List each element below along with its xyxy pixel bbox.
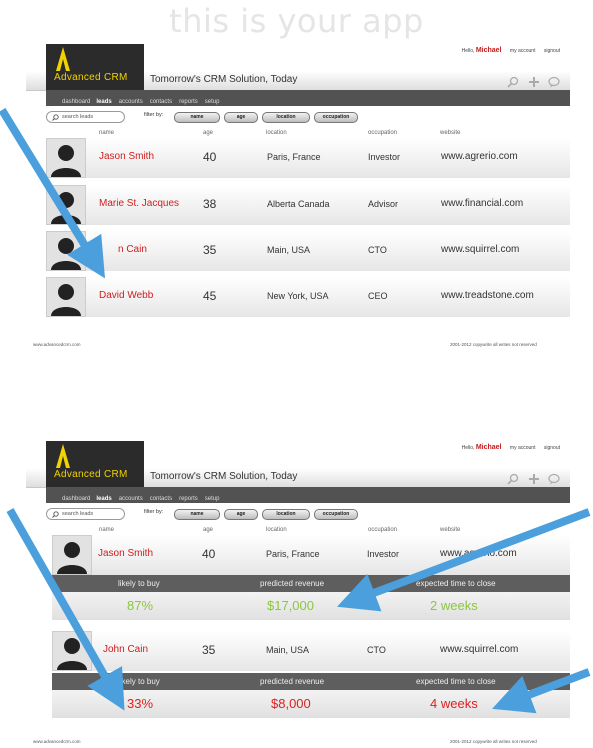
arrow-to-david-webb — [0, 107, 106, 279]
arrow-to-likely-to-buy — [6, 508, 125, 711]
arrow-to-revenue — [337, 508, 591, 612]
annotation-arrows — [0, 107, 591, 714]
arrow-to-time-to-close — [492, 668, 591, 714]
